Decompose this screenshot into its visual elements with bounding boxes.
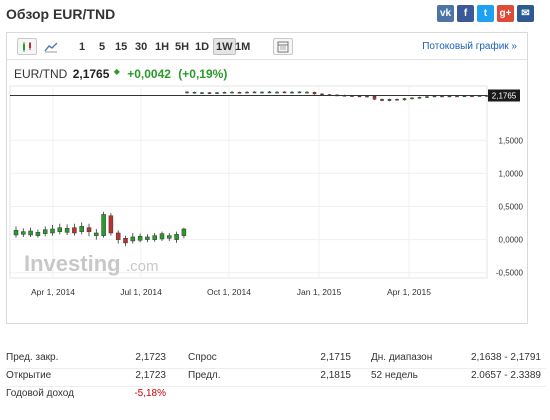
- candle-body: [440, 95, 444, 98]
- stat-label: Спрос: [188, 352, 217, 363]
- candle-body: [365, 95, 369, 98]
- candle-body: [282, 91, 287, 94]
- stat-value: -5,18%: [134, 388, 166, 399]
- last-price-label: 2,1765: [492, 92, 517, 101]
- candle-body: [275, 91, 279, 94]
- stats-row: Открытие 2,1723 Предл. 2,1815 52 недель 2.065…: [6, 370, 546, 386]
- candle-body: [252, 91, 257, 94]
- candle-body: [79, 226, 84, 232]
- candle-body: [372, 96, 377, 100]
- candle-body: [357, 95, 362, 98]
- stats-row: Пред. закр. 2,1723 Спрос 2,1715 Дн. диапазон…: [6, 352, 546, 368]
- stat-value: 2,1723: [135, 352, 166, 363]
- y-tick-label: -0,5000: [496, 269, 524, 278]
- candle-body: [181, 228, 187, 236]
- candle-body: [115, 232, 121, 240]
- candle-body: [28, 230, 33, 236]
- candle-body: [207, 92, 212, 94]
- candle-body: [152, 235, 157, 240]
- candle-body: [410, 97, 414, 100]
- candle-body: [94, 232, 99, 236]
- candle-body: [267, 91, 272, 94]
- candle-body: [305, 91, 309, 94]
- y-tick-label: 1,5000: [499, 136, 524, 145]
- y-tick-label: 1,0000: [499, 169, 524, 178]
- stat-label: Предл.: [188, 370, 221, 381]
- candle-body: [447, 95, 452, 98]
- stat-value: 2,1715: [320, 352, 351, 363]
- candle-body: [130, 236, 136, 242]
- candle-body: [425, 96, 429, 98]
- candle-body: [86, 227, 92, 232]
- y-tick-label: 0,5000: [499, 202, 524, 211]
- candle-body: [320, 93, 324, 96]
- candle-body: [35, 232, 41, 236]
- candle-body: [185, 91, 189, 94]
- x-tick-label: Apr 1, 2015: [387, 287, 431, 297]
- row-divider: [6, 368, 546, 369]
- candle-body: [174, 234, 179, 240]
- candle-body: [290, 91, 294, 94]
- x-tick-label: Jul 1, 2014: [120, 287, 162, 297]
- candle-body: [455, 95, 459, 98]
- candle-body: [230, 91, 234, 94]
- candle-body: [402, 98, 407, 101]
- candle-body: [42, 229, 48, 234]
- x-tick-label: Apr 1, 2014: [31, 287, 75, 297]
- candle-body: [145, 236, 150, 240]
- candle-body: [245, 91, 249, 94]
- candle-body: [432, 95, 437, 98]
- candle-body: [395, 98, 399, 101]
- candle-body: [108, 215, 114, 234]
- candle-body: [297, 91, 302, 94]
- candle-body: [387, 98, 392, 101]
- candle-body: [215, 92, 219, 94]
- row-divider: [6, 386, 546, 387]
- candle-body: [312, 92, 317, 95]
- candle-body: [417, 97, 422, 99]
- candle-body: [260, 91, 264, 94]
- candle-body: [13, 230, 19, 236]
- candle-body: [192, 92, 197, 94]
- candle-body: [21, 231, 26, 235]
- candle-body: [72, 227, 77, 234]
- candle-body: [123, 238, 128, 244]
- investing-watermark: Investing: [24, 251, 121, 276]
- investing-watermark-suffix: .com: [126, 258, 159, 275]
- stat-value: 2,1815: [320, 370, 351, 381]
- stats-row: Годовой доход -5,18%: [6, 388, 546, 404]
- candle-body: [64, 228, 70, 233]
- candle-body: [101, 214, 106, 236]
- candle-body: [50, 228, 55, 234]
- x-tick-label: Jan 1, 2015: [297, 287, 342, 297]
- candle-body: [167, 235, 172, 239]
- stat-value: 2.0657 - 2.3389: [470, 370, 541, 381]
- candle-body: [137, 236, 143, 241]
- x-tick-label: Oct 1, 2014: [207, 287, 251, 297]
- candle-body: [237, 92, 242, 94]
- candle-body: [57, 227, 63, 232]
- candle-body: [159, 233, 165, 240]
- y-tick-label: 0,0000: [499, 236, 524, 245]
- candle-body: [222, 92, 227, 94]
- stat-value: 2,1638 - 2,1791: [470, 352, 541, 363]
- candle-body: [380, 98, 384, 101]
- stat-value: 2,1723: [135, 370, 166, 381]
- candle-body: [200, 92, 204, 94]
- plot-area: [9, 85, 488, 279]
